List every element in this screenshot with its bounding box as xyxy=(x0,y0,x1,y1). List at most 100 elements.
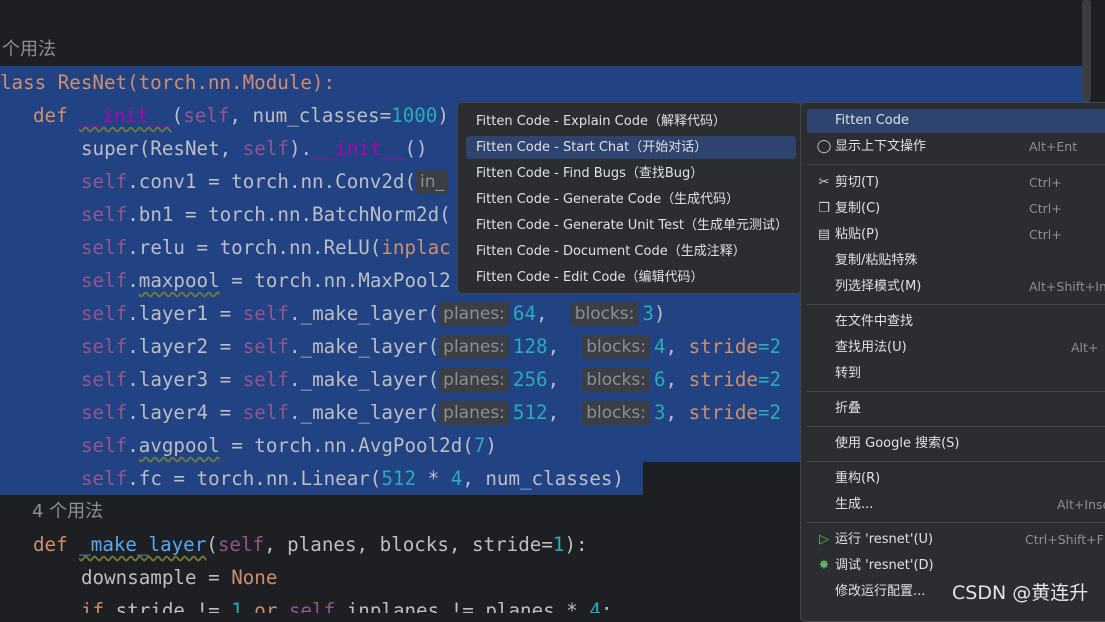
self-keyword: self xyxy=(81,335,128,358)
method-name-init: __init__ xyxy=(312,137,405,160)
number: 4 xyxy=(653,335,666,358)
number: 3 xyxy=(642,302,654,325)
code-text: = torch.nn.AvgPool2d( xyxy=(219,434,474,457)
code-text: .layer1 = xyxy=(127,302,243,325)
self-keyword: self xyxy=(242,401,289,424)
menu-separator xyxy=(807,522,1105,523)
menu-item-generate-code[interactable]: Fitten Code - Generate Code（生成代码） xyxy=(466,188,796,211)
keyword-arg: inplac xyxy=(381,236,451,259)
menu-item-find-bugs[interactable]: Fitten Code - Find Bugs（查找Bug） xyxy=(466,162,796,185)
keyword-arg: stride xyxy=(688,401,758,424)
usage-hint[interactable]: 4 个用法 xyxy=(32,495,103,528)
menu-item-column-selection[interactable]: 列选择模式(M) Alt+Shift+Inse xyxy=(807,275,1105,299)
code-text: super(ResNet, xyxy=(81,137,243,160)
code-text: stride != xyxy=(104,599,232,613)
usage-hint[interactable]: 个用法 xyxy=(2,33,56,66)
paren: ( xyxy=(171,104,184,127)
shortcut-label: Alt+Shift+Inse xyxy=(1029,279,1105,294)
menu-item-document-code[interactable]: Fitten Code - Document Code（生成注释） xyxy=(466,240,796,263)
code-text: ._make_layer( xyxy=(288,368,440,391)
operator: * xyxy=(416,467,451,490)
dot: . xyxy=(127,434,139,457)
comma: , xyxy=(665,401,689,424)
paren: ) xyxy=(653,302,666,325)
code-text: downsample = xyxy=(81,566,232,589)
self-keyword: self xyxy=(242,137,289,160)
menu-item-google-search[interactable]: 使用 Google 搜索(S) xyxy=(807,432,1105,456)
self-keyword: self xyxy=(81,467,128,490)
menu-item-paste[interactable]: ▤ 粘贴(P) Ctrl+ xyxy=(807,223,1105,247)
menu-item-find-in-files[interactable]: 在文件中查找 xyxy=(807,310,1105,334)
menu-item-copy[interactable]: ❐ 复制(C) Ctrl+ xyxy=(807,197,1105,221)
class-decl: lass ResNet(torch.nn.Module): xyxy=(0,71,336,94)
code-text: , planes, blocks, stride= xyxy=(264,533,553,556)
self-keyword: self xyxy=(242,368,289,391)
menu-item-explain-code[interactable]: Fitten Code - Explain Code（解释代码） xyxy=(466,110,796,133)
self-keyword: self xyxy=(81,302,128,325)
menu-item-label: 使用 Google 搜索(S) xyxy=(835,436,960,451)
run-icon: ▷ xyxy=(819,532,829,547)
number: 7 xyxy=(473,434,486,457)
menu-item-label: 折叠 xyxy=(835,401,862,416)
menu-item-start-chat[interactable]: Fitten Code - Start Chat（开始对话） xyxy=(466,136,796,159)
menu-item-generate-unit-test[interactable]: Fitten Code - Generate Unit Test（生成单元测试） xyxy=(466,214,796,237)
code-line-fc: self.fc = torch.nn.Linear(512 * 4, num_c… xyxy=(81,462,624,495)
menu-item-edit-code[interactable]: Fitten Code - Edit Code（编辑代码） xyxy=(466,266,796,289)
code-text: .inplanes != planes * xyxy=(335,599,590,613)
code-text: ._make_layer( xyxy=(288,401,440,424)
self-keyword: self xyxy=(81,269,128,292)
code-text: ._make_layer( xyxy=(288,335,440,358)
code-text: .layer4 = xyxy=(127,401,243,424)
code-line-layer4: self.layer4 = self._make_layer(planes: 51… xyxy=(81,396,781,429)
menu-item-show-context-actions[interactable]: ◯ 显示上下文操作 Alt+Ent xyxy=(807,135,1105,159)
code-text: ): xyxy=(564,533,588,556)
code-line-super: super(ResNet, self).__init__() xyxy=(81,132,428,165)
number: 64 xyxy=(512,302,537,325)
menu-item-fitten-code[interactable]: Fitten Code xyxy=(807,109,1105,133)
attr-avgpool: avgpool xyxy=(138,434,220,457)
number: 1000 xyxy=(391,104,438,127)
code-text: .relu = torch.nn.ReLU( xyxy=(127,236,382,259)
paren: ( xyxy=(206,533,218,556)
self-keyword: self xyxy=(288,599,336,613)
menu-item-label: 调试 'resnet'(D) xyxy=(835,558,934,573)
menu-separator xyxy=(807,391,1105,392)
code-text: , num_classes) xyxy=(462,467,624,490)
code-line-layer2: self.layer2 = self._make_layer(planes: 12… xyxy=(81,330,781,363)
vertical-scrollbar[interactable] xyxy=(1082,0,1091,100)
shortcut-label: Ctrl+ xyxy=(1029,227,1062,242)
comma: , xyxy=(665,368,689,391)
menu-separator xyxy=(807,426,1105,427)
paste-icon: ▤ xyxy=(817,227,831,242)
menu-item-label: 显示上下文操作 xyxy=(835,139,927,154)
code-line-avgpool: self.avgpool = torch.nn.AvgPool2d(7) xyxy=(81,429,497,462)
menu-item-label: 剪切(T) xyxy=(835,175,880,190)
menu-item-fold[interactable]: 折叠 xyxy=(807,397,1105,421)
code-line-init: def __init__(self, num_classes=1000) xyxy=(33,99,449,132)
menu-item-label: 运行 'resnet'(U) xyxy=(835,532,934,547)
menu-item-cut[interactable]: ✂ 剪切(T) Ctrl+ xyxy=(807,171,1105,195)
code-line-layer1: self.layer1 = self._make_layer(planes: 64… xyxy=(81,297,666,330)
menu-item-label: 修改运行配置... xyxy=(835,584,926,599)
menu-item-label: 列选择模式(M) xyxy=(835,279,922,294)
code-line-maxpool: self.maxpool = torch.nn.MaxPool2 xyxy=(81,264,451,297)
code-line-conv1: self.conv1 = torch.nn.Conv2d(in_ xyxy=(81,165,452,198)
comma: , xyxy=(536,302,560,325)
menu-item-label: 在文件中查找 xyxy=(835,314,914,329)
number: 512 xyxy=(381,467,417,490)
menu-item-debug[interactable]: ✸ 调试 'resnet'(D) xyxy=(807,554,1105,578)
menu-item-find-usages[interactable]: 查找用法(U) Alt+ xyxy=(807,336,1105,360)
code-line-relu: self.relu = torch.nn.ReLU(inplac xyxy=(81,231,451,264)
code-line-make-layer-def: def _make_layer(self, planes, blocks, st… xyxy=(33,528,588,561)
menu-item-refactor[interactable]: 重构(R) xyxy=(807,467,1105,491)
menu-item-goto[interactable]: 转到 xyxy=(807,362,1105,386)
menu-item-generate[interactable]: 生成... Alt+Inse xyxy=(807,493,1105,517)
param-hint: in_ xyxy=(416,170,449,194)
menu-item-paste-special[interactable]: 复制/粘贴特殊 xyxy=(807,249,1105,273)
menu-item-run[interactable]: ▷ 运行 'resnet'(U) Ctrl+Shift+F1 xyxy=(807,528,1105,552)
code-text: .layer2 = xyxy=(127,335,243,358)
paren: ) xyxy=(485,434,497,457)
comma: , xyxy=(665,335,689,358)
number: 128 xyxy=(512,335,548,358)
number: 256 xyxy=(512,368,548,391)
